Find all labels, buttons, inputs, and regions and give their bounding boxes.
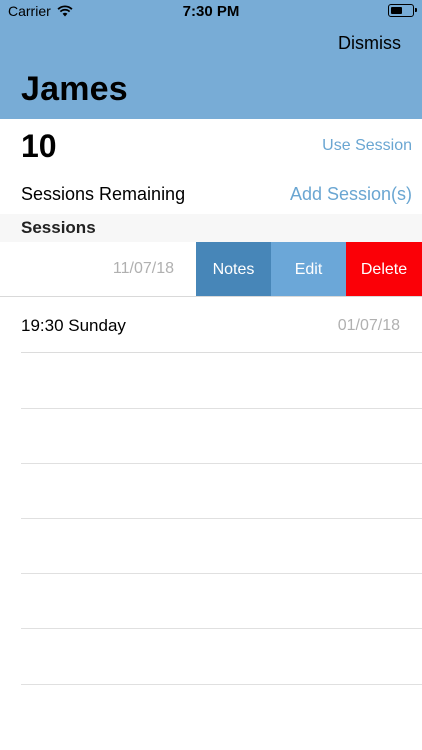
empty-row-divider [21,408,422,409]
session-row[interactable]: 19:30 Sunday 01/07/18 [0,298,422,353]
sessions-count: 10 [21,128,57,164]
empty-row-divider [21,573,422,574]
use-session-button[interactable]: Use Session [322,137,412,155]
empty-row-divider [21,628,422,629]
notes-button[interactable]: Notes [196,242,271,296]
empty-row-divider [21,684,422,685]
section-title: Sessions [21,218,96,237]
swiped-session-row[interactable]: 11/07/18 Notes Edit Delete [0,242,422,297]
delete-button[interactable]: Delete [346,242,422,296]
status-bar: Carrier 7:30 PM [0,0,422,22]
header-bar: Carrier 7:30 PM Dismiss James [0,0,422,119]
dismiss-button[interactable]: Dismiss [338,33,401,54]
empty-row-divider [21,518,422,519]
status-time: 7:30 PM [182,3,240,20]
section-header: Sessions [0,214,422,242]
battery-icon [388,4,417,17]
edit-button[interactable]: Edit [271,242,346,296]
session-date: 11/07/18 [112,260,174,277]
page-title: James [21,70,128,108]
session-date: 01/07/18 [337,317,400,334]
sessions-remaining-label: Sessions Remaining [21,184,186,204]
empty-row-divider [21,463,422,464]
row-divider [21,352,422,353]
session-title: 19:30 Sunday [21,316,126,335]
add-session-button[interactable]: Add Session(s) [290,184,412,205]
